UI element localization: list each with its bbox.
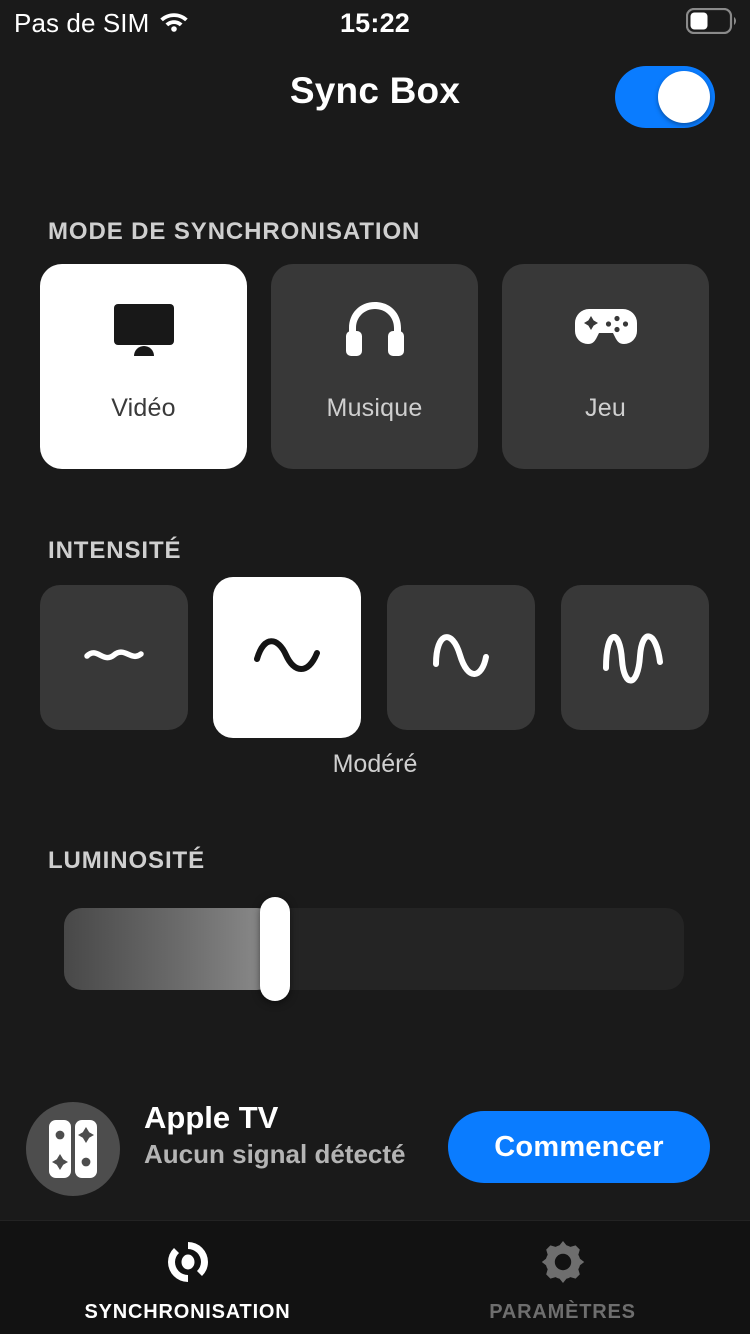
intensity-row	[40, 577, 710, 738]
power-toggle-knob	[658, 71, 710, 123]
gamepad-icon	[502, 264, 709, 394]
tab-label-synchronisation: SYNCHRONISATION	[84, 1300, 291, 1323]
wave-subtle-icon	[83, 640, 145, 675]
app-header: Sync Box	[0, 60, 750, 136]
sync-mode-card-game[interactable]: Jeu	[502, 264, 709, 469]
battery-icon	[685, 7, 738, 39]
wave-intense-icon	[600, 622, 670, 693]
tv-icon	[40, 264, 247, 394]
sync-icon	[164, 1238, 212, 1291]
sync-mode-card-video[interactable]: Vidéo	[40, 264, 247, 469]
wave-moderate-icon	[252, 631, 322, 684]
sync-mode-card-music[interactable]: Musique	[271, 264, 478, 469]
device-status: Aucun signal détecté	[144, 1139, 406, 1169]
power-toggle[interactable]	[615, 66, 715, 128]
intensity-card-moderate[interactable]	[213, 577, 361, 738]
brightness-slider-thumb[interactable]	[260, 897, 290, 1001]
sync-mode-row: Vidéo Musique Jeu	[40, 264, 710, 469]
status-bar-right	[685, 7, 738, 39]
tab-synchronisation[interactable]: SYNCHRONISATION	[0, 1221, 375, 1334]
syncbox-device-icon	[26, 1102, 120, 1196]
tab-parametres[interactable]: PARAMÈTRES	[375, 1221, 750, 1334]
brightness-section-label: LUMINOSITÉ	[48, 847, 205, 874]
sync-mode-label-game: Jeu	[585, 394, 626, 422]
app-screen: Pas de SIM 15:22 Sync Box MODE DE SYNCHR…	[0, 0, 750, 1334]
intensity-selected-label: Modéré	[332, 750, 418, 778]
brightness-slider[interactable]	[64, 897, 684, 1001]
intensity-section-label: INTENSITÉ	[48, 537, 182, 564]
start-button[interactable]: Commencer	[448, 1111, 710, 1183]
intensity-card-subtle[interactable]	[40, 585, 188, 730]
status-bar: Pas de SIM 15:22	[0, 0, 750, 46]
sync-mode-label-video: Vidéo	[111, 394, 176, 422]
device-bar: Apple TV Aucun signal détecté Commencer	[0, 1098, 750, 1204]
gear-icon	[539, 1238, 587, 1291]
tab-bar: SYNCHRONISATION PARAMÈTRES	[0, 1220, 750, 1334]
intensity-card-intense[interactable]	[561, 585, 709, 730]
sync-mode-section-label: MODE DE SYNCHRONISATION	[48, 218, 421, 245]
headphones-icon	[271, 264, 478, 394]
intensity-card-high[interactable]	[387, 585, 535, 730]
device-info: Apple TV Aucun signal détecté	[144, 1098, 444, 1170]
device-name: Apple TV	[144, 1100, 279, 1135]
brightness-slider-fill	[64, 908, 275, 990]
wave-high-icon	[430, 624, 492, 691]
sync-mode-label-music: Musique	[326, 394, 423, 422]
tab-label-parametres: PARAMÈTRES	[489, 1300, 636, 1323]
clock-label: 15:22	[339, 7, 411, 38]
